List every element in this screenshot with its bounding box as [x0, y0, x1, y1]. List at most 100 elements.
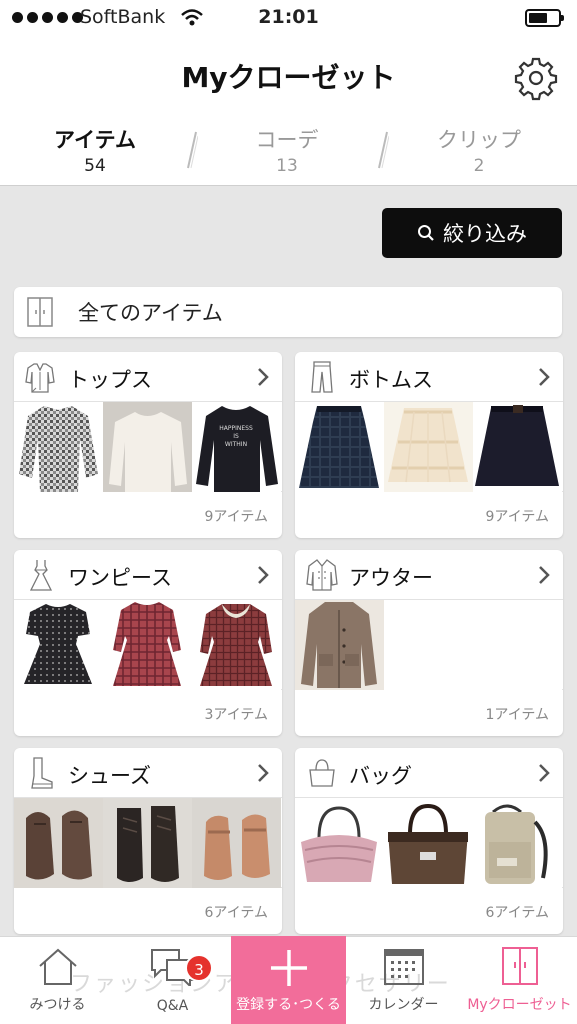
tab-qa-label: Q&A — [156, 998, 189, 1014]
search-icon — [418, 225, 434, 241]
tab-clips-label: クリップ — [437, 128, 521, 152]
item-thumbnail[interactable] — [384, 402, 473, 492]
item-thumbnail[interactable] — [14, 402, 103, 492]
notification-badge: 3 — [185, 954, 213, 982]
segment-tabs: アイテム 54 コーデ 13 クリップ 2 — [0, 118, 577, 186]
item-thumbnail[interactable] — [192, 798, 281, 888]
item-thumbnail[interactable]: HAPPINESS IS WITHIN — [192, 402, 281, 492]
category-name: バッグ — [349, 764, 412, 788]
item-thumbnail[interactable] — [103, 798, 192, 888]
category-card-bottoms[interactable]: ボトムス 9アイテム — [295, 352, 563, 538]
sweater-print-text: WITHIN — [225, 441, 247, 448]
thumbnail-strip — [14, 600, 282, 690]
category-card-bags[interactable]: バッグ 6アイテム — [295, 748, 563, 934]
item-thumbnail[interactable] — [103, 600, 192, 690]
card-header: トップス — [14, 352, 282, 402]
tab-discover-label: みつける — [29, 997, 86, 1013]
tab-coordinates-label: コーデ — [255, 128, 319, 152]
thumbnail-strip — [295, 402, 563, 492]
clock: 21:01 — [258, 6, 319, 28]
status-bar: SoftBank 21:01 — [0, 0, 577, 38]
closet-icon — [501, 947, 538, 985]
item-count: 3アイテム — [204, 707, 268, 723]
tab-my-closet-label: Myクローゼット — [467, 997, 572, 1013]
item-thumbnail[interactable] — [384, 798, 473, 888]
empty-thumbnail — [384, 600, 473, 690]
item-thumbnail[interactable] — [473, 402, 562, 492]
tab-clips-count: 2 — [473, 156, 485, 176]
pants-icon — [311, 361, 333, 393]
item-thumbnail[interactable] — [295, 600, 384, 690]
card-header: ワンピース — [14, 550, 282, 600]
handbag-icon — [309, 759, 335, 787]
tab-calendar[interactable]: カレンダー — [346, 936, 461, 1024]
tab-register-create-label: 登録する･つくる — [236, 997, 341, 1013]
item-thumbnail[interactable] — [295, 402, 384, 492]
filter-button-label: 絞り込み — [443, 222, 527, 246]
shirt-icon — [25, 363, 55, 393]
all-items-label: 全てのアイテム — [78, 301, 223, 325]
empty-thumbnail — [473, 600, 562, 690]
tab-items[interactable]: アイテム 54 — [20, 124, 170, 176]
item-count: 6アイテム — [204, 905, 268, 921]
item-thumbnail[interactable] — [14, 798, 103, 888]
all-items-row[interactable]: 全てのアイテム — [14, 287, 562, 337]
coat-icon — [306, 559, 338, 591]
category-name: ボトムス — [349, 368, 433, 392]
boot-icon — [31, 757, 53, 789]
battery-icon — [525, 9, 564, 27]
item-thumbnail[interactable] — [473, 798, 562, 888]
tab-items-label: アイテム — [54, 128, 136, 152]
plus-icon — [270, 950, 307, 986]
item-count: 6アイテム — [485, 905, 549, 921]
tab-qa[interactable]: 3 Q&A — [115, 936, 230, 1024]
category-name: トップス — [68, 368, 152, 392]
item-thumbnail[interactable] — [295, 798, 384, 888]
tab-my-closet[interactable]: Myクローゼット — [462, 936, 577, 1024]
tab-coordinates-count: 13 — [276, 156, 298, 176]
card-header: シューズ — [14, 748, 282, 798]
filter-button[interactable]: 絞り込み — [382, 208, 562, 258]
category-card-shoes[interactable]: シューズ 6アイテム — [14, 748, 282, 934]
category-card-tops[interactable]: トップス HAPPINESS IS WITHIN 9アイテム — [14, 352, 282, 538]
card-header: アウター — [295, 550, 563, 600]
house-icon — [38, 948, 77, 985]
sweater-print-text: HAPPINESS — [219, 425, 253, 432]
header: Myクローゼット — [0, 38, 577, 118]
category-name: アウター — [349, 566, 433, 590]
category-name: ワンピース — [68, 566, 172, 590]
chevron-right-icon — [258, 764, 269, 782]
tab-items-count: 54 — [84, 156, 106, 176]
item-count: 9アイテム — [204, 509, 268, 525]
tab-clips[interactable]: クリップ 2 — [404, 124, 554, 176]
thumbnail-strip — [14, 798, 282, 888]
thumbnail-strip — [295, 798, 563, 888]
tab-discover[interactable]: みつける — [0, 936, 115, 1024]
chevron-right-icon — [539, 368, 550, 386]
category-card-outer[interactable]: アウター 1アイテム — [295, 550, 563, 736]
item-count: 9アイテム — [485, 509, 549, 525]
tab-register-create[interactable]: 登録する･つくる — [231, 936, 346, 1024]
card-header: ボトムス — [295, 352, 563, 402]
chevron-right-icon — [539, 764, 550, 782]
category-card-onepiece[interactable]: ワンピース 3アイテム — [14, 550, 282, 736]
card-header: バッグ — [295, 748, 563, 798]
item-thumbnail[interactable] — [14, 600, 103, 690]
gear-icon[interactable] — [513, 55, 559, 101]
sweater-print-text: IS — [233, 433, 239, 440]
item-thumbnail[interactable] — [192, 600, 281, 690]
closet-icon — [27, 297, 53, 327]
page-title: Myクローゼット — [181, 61, 396, 94]
tab-coordinates[interactable]: コーデ 13 — [212, 124, 362, 176]
chevron-right-icon — [258, 566, 269, 584]
tab-calendar-label: カレンダー — [368, 997, 439, 1013]
calendar-icon — [383, 949, 424, 985]
chevron-right-icon — [258, 368, 269, 386]
separator-icon — [378, 131, 389, 169]
chevron-right-icon — [539, 566, 550, 584]
item-count: 1アイテム — [485, 707, 549, 723]
item-thumbnail[interactable] — [103, 402, 192, 492]
separator-icon — [187, 131, 198, 169]
thumbnail-strip: HAPPINESS IS WITHIN — [14, 402, 282, 492]
category-name: シューズ — [68, 764, 151, 788]
